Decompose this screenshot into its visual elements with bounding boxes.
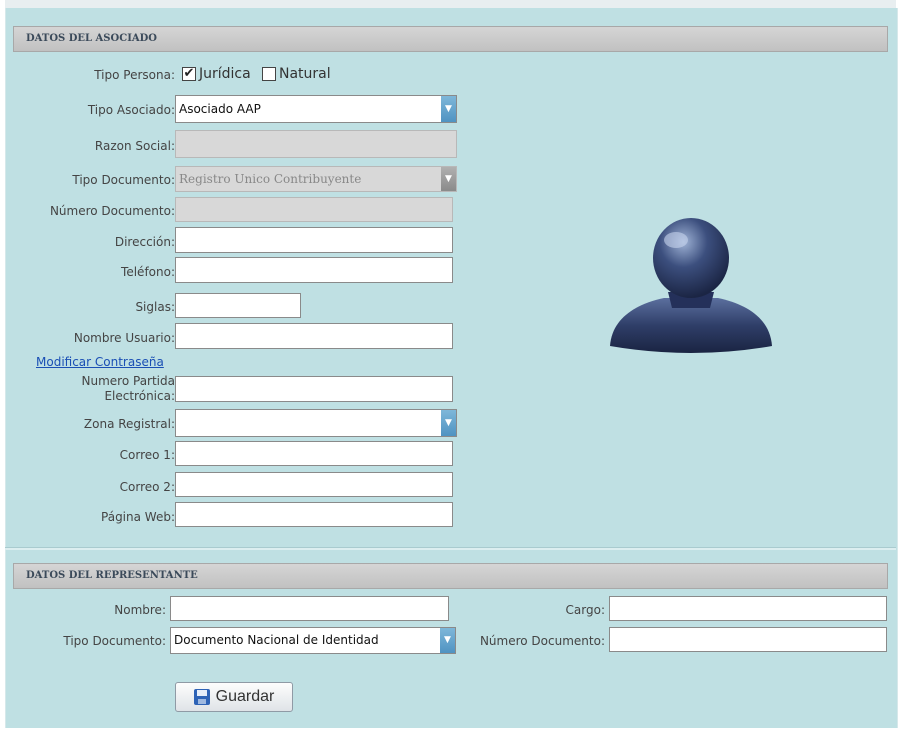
direccion-label: Dirección: — [114, 235, 175, 249]
chevron-down-icon[interactable]: ▼ — [441, 410, 456, 436]
telefono-label: Teléfono: — [121, 265, 175, 279]
siglas-label: Siglas: — [135, 300, 175, 314]
razon-social-field[interactable] — [175, 130, 457, 158]
juridica-checkbox[interactable]: ✔ — [182, 67, 196, 81]
juridica-label: Jurídica — [199, 66, 251, 82]
correo1-field[interactable] — [175, 441, 453, 466]
direccion-field[interactable] — [175, 227, 453, 253]
natural-label: Natural — [279, 66, 331, 82]
section-header-representante: DATOS DEL REPRESENTANTE — [13, 563, 888, 589]
tipo-documento-label: Tipo Documento: — [72, 173, 175, 187]
numero-documento-label: Número Documento: — [49, 204, 175, 218]
partida-field[interactable] — [175, 376, 453, 402]
tipo-asociado-label: Tipo Asociado: — [87, 103, 175, 117]
correo2-label: Correo 2: — [119, 480, 175, 494]
save-button-label: Guardar — [215, 688, 275, 705]
rep-cargo-label: Cargo: — [565, 603, 605, 617]
rep-nombre-field[interactable] — [170, 596, 449, 621]
natural-checkbox[interactable] — [262, 67, 276, 81]
rep-tipo-documento-select[interactable]: Documento Nacional de Identidad ▼ — [170, 627, 456, 654]
rep-nombre-label: Nombre: — [114, 603, 166, 617]
numero-documento-field[interactable] — [175, 197, 453, 222]
nombre-usuario-label: Nombre Usuario: — [73, 331, 175, 345]
siglas-field[interactable] — [175, 293, 301, 318]
tipo-documento-value: Registro Unico Contribuyente — [179, 172, 362, 186]
section-header-asociado: DATOS DEL ASOCIADO — [13, 26, 888, 52]
tipo-documento-select[interactable]: Registro Unico Contribuyente ▼ — [175, 166, 457, 192]
chevron-down-icon[interactable]: ▼ — [441, 167, 456, 191]
tipo-asociado-value: Asociado AAP — [179, 102, 261, 116]
rep-tipo-documento-value: Documento Nacional de Identidad — [174, 633, 379, 647]
zona-registral-select[interactable]: ▼ — [175, 409, 457, 437]
chevron-down-icon[interactable]: ▼ — [440, 628, 455, 653]
rep-cargo-field[interactable] — [609, 596, 887, 621]
rep-numero-documento-label: Número Documento: — [479, 634, 605, 648]
telefono-field[interactable] — [175, 257, 453, 283]
tipo-persona-label: Tipo Persona: — [94, 68, 175, 82]
floppy-disk-icon — [193, 689, 210, 705]
top-strip — [5, 0, 896, 8]
partida-label-line2: Electrónica: — [104, 389, 175, 403]
partida-label-line1: Numero Partida — [81, 374, 175, 388]
correo1-label: Correo 1: — [119, 448, 175, 462]
save-button[interactable]: Guardar — [175, 682, 293, 712]
razon-social-label: Razon Social: — [94, 139, 175, 153]
zona-registral-label: Zona Registral: — [83, 417, 175, 431]
modificar-contrasena-link[interactable]: Modificar Contraseña — [36, 355, 164, 369]
pagina-web-field[interactable] — [175, 502, 453, 527]
chevron-down-icon[interactable]: ▼ — [441, 96, 456, 122]
rep-numero-documento-field[interactable] — [609, 627, 887, 652]
tipo-asociado-select[interactable]: Asociado AAP ▼ — [175, 95, 457, 123]
correo2-field[interactable] — [175, 472, 453, 497]
rep-tipo-documento-label: Tipo Documento: — [63, 634, 166, 648]
section-divider — [5, 547, 896, 550]
nombre-usuario-field[interactable] — [175, 323, 453, 349]
pagina-web-label: Página Web: — [101, 510, 175, 524]
user-silhouette-icon — [610, 218, 772, 353]
